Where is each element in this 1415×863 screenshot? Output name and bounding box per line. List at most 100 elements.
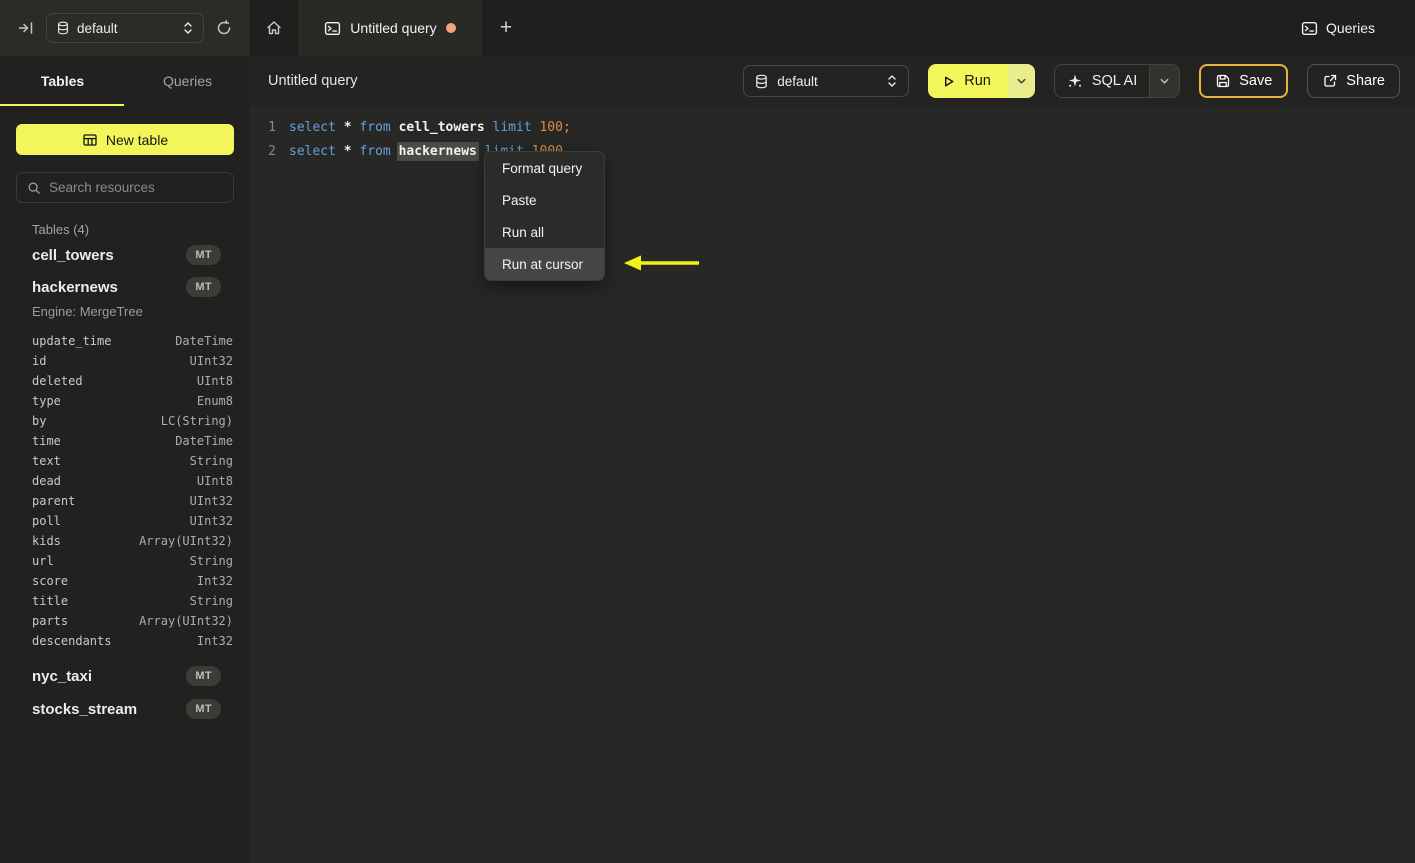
column-row: update_time DateTime (0, 331, 250, 351)
plus-icon: + (499, 16, 513, 39)
share-button-label: Share (1346, 73, 1385, 89)
table-row-stocks-stream[interactable]: stocks_stream MT (0, 694, 250, 724)
column-name: score (32, 574, 69, 588)
sidebar-tab-tables[interactable]: Tables (0, 56, 125, 106)
table-name: stocks_stream (32, 700, 138, 718)
search-icon (27, 181, 41, 195)
save-icon (1215, 73, 1231, 89)
column-type: String (189, 454, 233, 468)
table-row-nyc-taxi[interactable]: nyc_taxi MT (0, 661, 250, 691)
database-selector-value: default (777, 73, 818, 89)
column-type: LC(String) (160, 414, 233, 428)
run-button-label: Run (964, 73, 991, 89)
line-number: 2 (268, 144, 276, 159)
table-name: nyc_taxi (32, 667, 93, 685)
search-input[interactable] (49, 180, 223, 195)
tab-untitled-query[interactable]: Untitled query (298, 0, 482, 56)
new-table-button[interactable]: New table (16, 124, 234, 155)
run-split-button: Run (928, 64, 1035, 98)
sql-ai-split-button: SQL AI (1053, 64, 1181, 98)
external-link-icon (1322, 73, 1338, 89)
terminal-icon (1301, 20, 1318, 37)
table-name: hackernews (32, 278, 118, 296)
new-tab-button[interactable]: + (482, 0, 530, 56)
run-button[interactable]: Run (928, 64, 1008, 98)
sql-editor[interactable]: 1 select * from cell_towers limit 100; 2… (250, 106, 1415, 863)
share-button[interactable]: Share (1307, 64, 1400, 98)
save-button-label: Save (1239, 73, 1273, 89)
engine-badge: MT (186, 277, 221, 297)
column-row: parts Array(UInt32) (0, 611, 250, 631)
save-button[interactable]: Save (1199, 64, 1289, 98)
column-row: poll UInt32 (0, 511, 250, 531)
terminal-icon (324, 20, 341, 37)
code-line-2[interactable]: 2 select * from hackernews limit 1000 (250, 140, 1415, 164)
table-row-hackernews[interactable]: hackernews MT (0, 272, 250, 302)
column-row: text String (0, 451, 250, 471)
database-selector[interactable]: default (46, 13, 204, 43)
active-tab-underline (0, 103, 124, 106)
code-token: select (289, 120, 336, 135)
sidebar-tab-queries[interactable]: Queries (125, 56, 250, 106)
topbar: default Untitled query + Queries (0, 0, 1415, 56)
column-name: deleted (32, 374, 83, 388)
run-options-button[interactable] (1007, 64, 1035, 98)
column-name: by (32, 414, 47, 428)
engine-badge: MT (186, 245, 221, 265)
queries-button[interactable]: Queries (1301, 20, 1375, 37)
column-name: dead (32, 474, 61, 488)
editor-toolbar: Untitled query default Run SQL AI Save S… (250, 56, 1415, 106)
column-row: type Enum8 (0, 391, 250, 411)
column-type: Int32 (196, 574, 233, 588)
code-token: from (359, 120, 391, 135)
context-menu: Format query Paste Run all Run at cursor (484, 151, 605, 281)
sql-ai-options-button[interactable] (1149, 65, 1180, 97)
sidebar: Tables Queries New table Search resource… (0, 56, 250, 863)
play-icon (941, 74, 956, 89)
home-button[interactable] (250, 0, 298, 56)
table-grid-icon (82, 132, 98, 148)
column-name: title (32, 594, 69, 608)
menu-item-run-all[interactable]: Run all (485, 216, 604, 248)
column-row: id UInt32 (0, 351, 250, 371)
column-list: update_time DateTime id UInt32 deleted UInt8 t… (0, 331, 250, 651)
menu-item-format-query[interactable]: Format query (485, 152, 604, 184)
app-window: default Untitled query + Queries Tables … (0, 0, 1415, 863)
chevron-down-icon (1159, 76, 1170, 87)
column-type: UInt32 (189, 354, 233, 368)
column-row: kids Array(UInt32) (0, 531, 250, 551)
queries-button-label: Queries (1325, 20, 1375, 36)
column-row: title String (0, 591, 250, 611)
column-type: UInt8 (196, 474, 233, 488)
line-number: 1 (268, 120, 276, 135)
column-type: String (189, 554, 233, 568)
column-name: update_time (32, 334, 112, 348)
engine-label: Engine: MergeTree (32, 304, 143, 319)
unsaved-indicator-dot (445, 23, 456, 33)
column-type: UInt8 (196, 374, 233, 388)
code-token: select (289, 144, 336, 159)
menu-item-paste[interactable]: Paste (485, 184, 604, 216)
column-row: dead UInt8 (0, 471, 250, 491)
column-name: parts (32, 614, 69, 628)
table-name: cell_towers (32, 246, 114, 264)
database-icon (56, 21, 70, 35)
sql-ai-button[interactable]: SQL AI (1055, 65, 1149, 97)
collapse-sidebar-button[interactable] (12, 14, 40, 42)
column-type: Array(UInt32) (139, 614, 233, 628)
refresh-button[interactable] (210, 14, 238, 42)
new-table-button-label: New table (105, 131, 169, 148)
menu-item-run-at-cursor[interactable]: Run at cursor (485, 248, 604, 280)
code-line-1[interactable]: 1 select * from cell_towers limit 100; (250, 116, 1415, 140)
database-selector[interactable]: default (743, 65, 910, 97)
column-row: score Int32 (0, 571, 250, 591)
engine-badge: MT (186, 666, 221, 686)
column-type: Int32 (196, 634, 233, 648)
column-type: UInt32 (189, 494, 233, 508)
code-token: from (359, 144, 391, 159)
column-row: url String (0, 551, 250, 571)
table-row-cell-towers[interactable]: cell_towers MT (0, 240, 250, 270)
